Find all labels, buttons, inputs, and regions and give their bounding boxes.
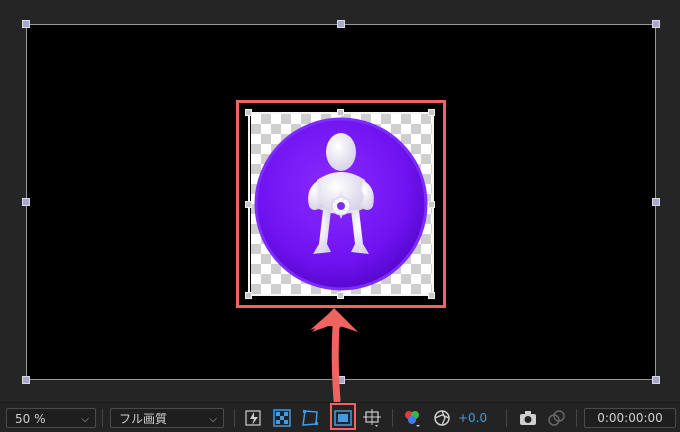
frame-handle-top-right[interactable] xyxy=(652,20,660,28)
grid-guides-icon[interactable] xyxy=(362,408,382,428)
toolbar-divider xyxy=(234,409,235,427)
frame-handle-bottom-left[interactable] xyxy=(22,376,30,384)
toolbar-divider xyxy=(102,409,103,427)
frame-handle-top-center[interactable] xyxy=(337,20,345,28)
composition-viewer[interactable] xyxy=(0,0,680,402)
frame-handle-bottom-center[interactable] xyxy=(337,376,345,384)
frame-handle-bottom-right[interactable] xyxy=(652,376,660,384)
camera-snapshot-icon[interactable] xyxy=(518,408,538,428)
toolbar-divider xyxy=(576,409,577,427)
exposure-reset-icon[interactable] xyxy=(432,408,452,428)
timecode-display[interactable]: 0:00:00:00 xyxy=(584,408,676,428)
annotation-highlight-button xyxy=(330,403,356,430)
toolbar-divider xyxy=(392,409,393,427)
resolution-value: フル画質 xyxy=(119,412,168,426)
frame-handle-middle-left[interactable] xyxy=(22,198,30,206)
fast-preview-icon[interactable] xyxy=(244,408,264,428)
frame-handle-top-left[interactable] xyxy=(22,20,30,28)
show-snapshot-icon[interactable] xyxy=(546,408,566,428)
resolution-dropdown[interactable]: フル画質 ⌵ xyxy=(110,408,224,428)
chevron-down-icon: ⌵ xyxy=(209,414,217,425)
exposure-value[interactable]: +0.0 xyxy=(458,408,487,428)
transparency-grid-icon[interactable] xyxy=(272,408,292,428)
toolbar-divider xyxy=(506,409,507,427)
mask-path-visibility-icon[interactable] xyxy=(300,408,320,428)
frame-handle-middle-right[interactable] xyxy=(652,198,660,206)
chevron-down-icon: ⌵ xyxy=(81,414,89,425)
rgb-channel-icon[interactable] xyxy=(402,408,422,428)
zoom-value: 50 % xyxy=(15,412,46,426)
annotation-highlight-layer xyxy=(236,100,446,308)
zoom-dropdown[interactable]: 50 % ⌵ xyxy=(6,408,96,428)
